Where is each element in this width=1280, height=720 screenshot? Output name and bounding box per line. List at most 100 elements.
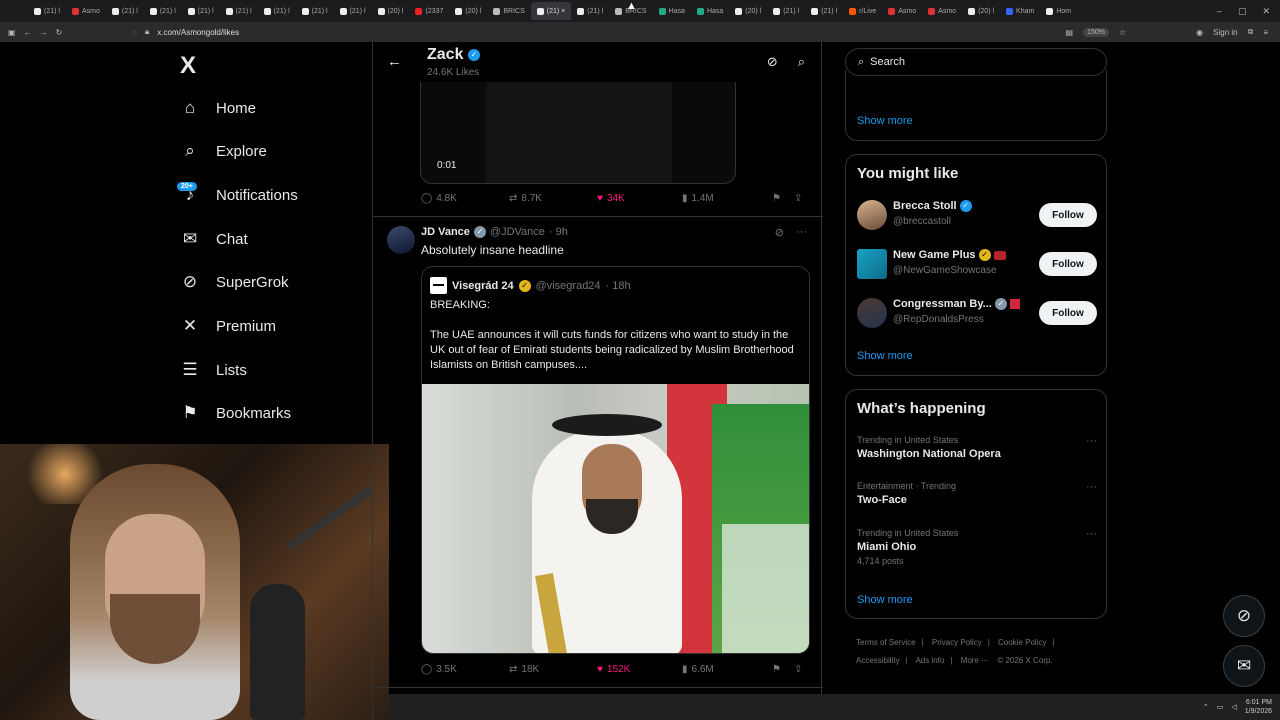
browser-tab[interactable]: r/Live <box>843 2 882 20</box>
more-icon[interactable]: ··· <box>1086 481 1097 493</box>
grok-fab-button[interactable]: ⊘ <box>1223 595 1265 637</box>
author-handle[interactable]: @JDVance <box>490 226 545 238</box>
browser-tab[interactable]: Asmo <box>922 2 962 20</box>
follow-button[interactable]: Follow <box>1039 203 1097 227</box>
share-button[interactable]: ⇪ <box>794 664 802 675</box>
browser-tab[interactable]: Kham <box>1000 2 1040 20</box>
footer-terms[interactable]: Terms of Service <box>856 638 916 647</box>
extensions-icon[interactable]: ⧉ <box>1248 27 1254 37</box>
video-player[interactable]: 0:01 <box>420 82 736 184</box>
browser-tab[interactable]: (21) l <box>220 2 258 20</box>
post-time[interactable]: · 9h <box>549 226 568 238</box>
bookmark-button[interactable]: ⚑ <box>772 664 794 675</box>
reply-button[interactable]: ◯ 3.5K <box>421 664 509 675</box>
maximize-icon[interactable]: ▢ <box>1238 6 1247 17</box>
reader-icon[interactable]: ▤ <box>1066 28 1074 37</box>
more-icon[interactable]: ··· <box>796 226 807 239</box>
views-button[interactable]: ▮ 1.4M <box>682 193 772 204</box>
show-more-link[interactable]: Show more <box>857 115 913 127</box>
lock-icon[interactable]: 🔒︎ <box>145 27 149 37</box>
nav-premium[interactable]: ✕ Premium <box>180 316 276 336</box>
search-icon[interactable]: ⌕ <box>798 54 805 70</box>
follow-button[interactable]: Follow <box>1039 301 1097 325</box>
browser-tab[interactable]: (21) l <box>296 2 334 20</box>
repost-button[interactable]: ⇄ 18K <box>509 664 597 675</box>
author-name[interactable]: JD Vance <box>421 226 470 238</box>
footer-ads-info[interactable]: Ads info <box>915 656 944 665</box>
browser-tab[interactable]: (21) l <box>106 2 144 20</box>
quote-image[interactable] <box>422 384 809 653</box>
show-more-link[interactable]: Show more <box>857 350 913 362</box>
views-button[interactable]: ▮ 6.6M <box>682 664 772 675</box>
x-logo[interactable]: X <box>180 52 196 80</box>
avatar[interactable] <box>387 226 415 254</box>
messages-fab-button[interactable]: ✉ <box>1223 645 1265 687</box>
sign-in-link[interactable]: Sign in <box>1213 28 1237 37</box>
sidebar-toggle-icon[interactable]: ▣ <box>8 28 16 37</box>
like-button[interactable]: ♥ 34K <box>597 193 682 204</box>
url-field[interactable]: x.com/Asmongold/likes <box>157 28 239 37</box>
close-window-icon[interactable]: ✕ <box>1262 6 1270 17</box>
browser-tab[interactable]: (20) l <box>962 2 1000 20</box>
forward-nav-icon[interactable]: → <box>40 28 48 37</box>
follow-suggestion[interactable]: New Game Plus ✓ @NewGameShowcase Follow <box>857 247 1097 281</box>
reload-icon[interactable]: ↻ <box>56 28 63 37</box>
zoom-badge[interactable]: 150% <box>1083 27 1109 37</box>
browser-tab[interactable]: (21) l <box>182 2 220 20</box>
browser-tab[interactable]: (20) l <box>372 2 410 20</box>
browser-tab[interactable]: Hom <box>1040 2 1077 20</box>
shield-icon[interactable]: ◌ <box>132 28 137 37</box>
browser-tab[interactable]: Asmo <box>66 2 106 20</box>
bookmark-button[interactable]: ⚑ <box>772 193 794 204</box>
clock[interactable]: 6:01 PM 1/9/2026 <box>1245 698 1272 716</box>
quoted-post[interactable]: Visegrád 24 ✓ @visegrad24 · 18h BREAKING… <box>421 266 810 654</box>
tray-chevron-icon[interactable]: ⌃ <box>1203 703 1209 711</box>
nav-supergrok[interactable]: ⊘ SuperGrok <box>180 272 289 292</box>
browser-tab[interactable]: (21) l <box>767 2 805 20</box>
browser-tab[interactable]: (2337 <box>409 2 449 20</box>
browser-tab[interactable]: (21) l <box>28 2 66 20</box>
grok-icon[interactable]: ⊘ <box>775 226 784 239</box>
browser-tab[interactable]: (21) l <box>144 2 182 20</box>
browser-tab[interactable]: (20) l <box>449 2 487 20</box>
repost-button[interactable]: ⇄ 8.7K <box>509 193 597 204</box>
more-icon[interactable]: ··· <box>1086 528 1097 540</box>
browser-tab[interactable]: (21) l <box>571 2 609 20</box>
browser-tab[interactable]: (21) l <box>258 2 296 20</box>
trend-item[interactable]: Trending in United States Miami Ohio 4,7… <box>857 528 1097 566</box>
nav-home[interactable]: ⌂ Home <box>180 98 256 118</box>
footer-privacy[interactable]: Privacy Policy <box>932 638 982 647</box>
back-arrow-icon[interactable]: ← <box>387 53 402 70</box>
footer-accessibility[interactable]: Accessibility <box>856 656 900 665</box>
nav-chat[interactable]: ✉ Chat <box>180 229 248 249</box>
nav-notifications[interactable]: ♪ Notifications <box>180 185 298 205</box>
more-icon[interactable]: ··· <box>1086 435 1097 447</box>
footer-cookie[interactable]: Cookie Policy <box>998 638 1046 647</box>
browser-tab[interactable]: (20) l <box>729 2 767 20</box>
minimize-icon[interactable]: – <box>1217 6 1222 17</box>
show-more-link[interactable]: Show more <box>857 594 913 606</box>
nav-bookmarks[interactable]: ⚑ Bookmarks <box>180 403 291 423</box>
account-icon[interactable]: ◉ <box>1196 28 1203 37</box>
nav-explore[interactable]: ⌕ Explore <box>180 141 267 161</box>
like-button[interactable]: ♥ 152K <box>597 664 682 675</box>
browser-tab[interactable]: Hasa <box>653 2 691 20</box>
browser-tab[interactable]: BRICS <box>487 2 530 20</box>
browser-tab[interactable]: (21) l <box>805 2 843 20</box>
browser-tab[interactable]: (21) × <box>530 2 572 20</box>
follow-suggestion[interactable]: Congressman By... ✓ @RepDonaldsPress Foll… <box>857 296 1097 330</box>
browser-tab[interactable]: Asmo <box>882 2 922 20</box>
reply-button[interactable]: ◯ 4.8K <box>421 193 509 204</box>
network-icon[interactable]: ▭ <box>1217 703 1224 711</box>
grok-icon[interactable]: ⊘ <box>767 54 778 70</box>
browser-tab[interactable]: Hasa <box>691 2 729 20</box>
star-icon[interactable]: ☆ <box>1119 28 1126 37</box>
nav-lists[interactable]: ☰ Lists <box>180 360 246 380</box>
follow-suggestion[interactable]: Brecca Stoll ✓ @breccastoll Follow <box>857 198 1097 232</box>
footer-more[interactable]: More ··· <box>961 656 989 665</box>
share-button[interactable]: ⇪ <box>794 193 802 204</box>
back-nav-icon[interactable]: ← <box>24 28 32 37</box>
browser-tab[interactable]: (21) l <box>334 2 372 20</box>
follow-button[interactable]: Follow <box>1039 252 1097 276</box>
trend-item[interactable]: Entertainment · Trending Two-Face ··· <box>857 481 1097 506</box>
